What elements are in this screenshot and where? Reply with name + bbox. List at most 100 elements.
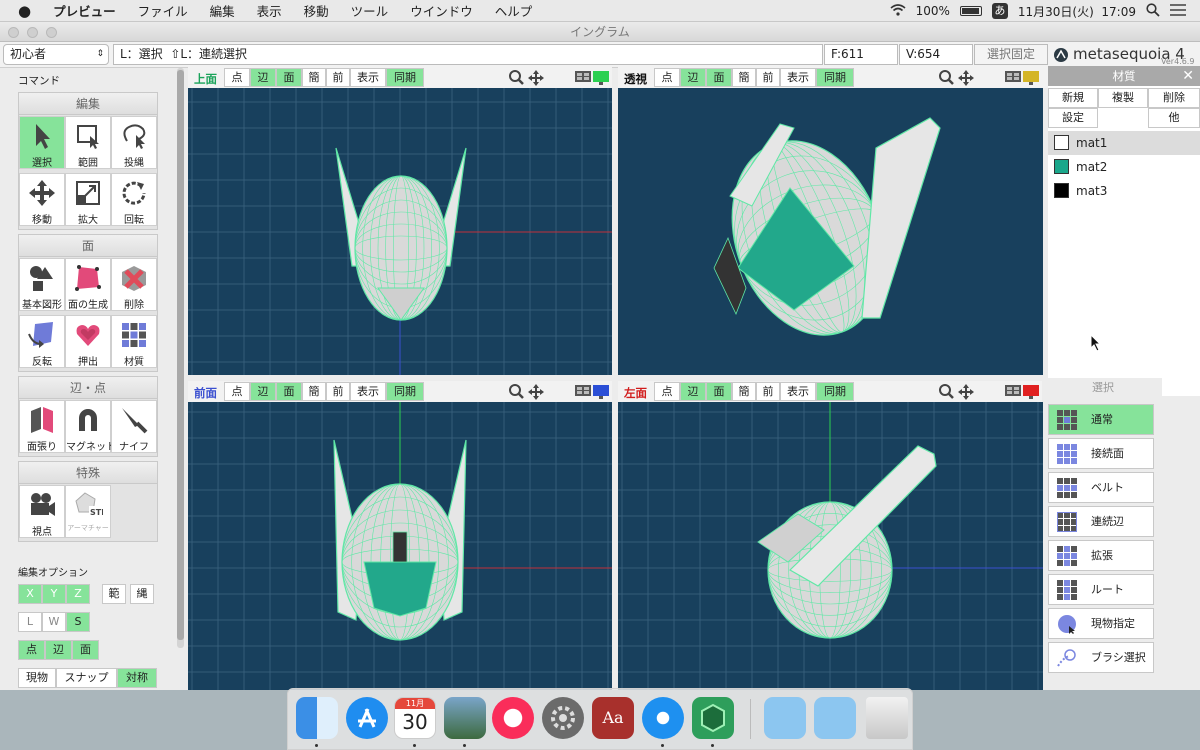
- close-icon[interactable]: ✕: [1182, 66, 1194, 86]
- app-store-icon[interactable]: [346, 697, 388, 739]
- left-display-mode-icon[interactable]: [1004, 384, 1042, 400]
- front-display-button[interactable]: 表示: [350, 382, 386, 401]
- snap-toggle[interactable]: スナップ: [56, 668, 117, 688]
- mode-select[interactable]: 初心者 ⇕: [3, 44, 109, 65]
- metasequoia-dock-icon[interactable]: [692, 697, 734, 739]
- material-other-button[interactable]: 他: [1148, 108, 1200, 128]
- left-simple-button[interactable]: 簡: [732, 382, 756, 401]
- input-method[interactable]: あ: [991, 3, 1008, 19]
- clock[interactable]: 11月30日(火) 17:09: [1018, 3, 1136, 20]
- target-point-toggle[interactable]: 点: [18, 640, 45, 660]
- select-mode-grow-button[interactable]: 拡張: [1048, 540, 1154, 571]
- left-edge-button[interactable]: 辺: [680, 382, 706, 401]
- left-front-button[interactable]: 前: [756, 382, 780, 401]
- delete-button[interactable]: 削除: [111, 258, 157, 311]
- perspective-point-button[interactable]: 点: [654, 68, 680, 87]
- left-zoom-move-icon[interactable]: [938, 383, 978, 401]
- world-toggle[interactable]: W: [42, 612, 66, 632]
- menu-tools[interactable]: ツール: [340, 1, 400, 20]
- front-face-button[interactable]: 面: [276, 382, 302, 401]
- minimize-window-button[interactable]: [27, 27, 38, 38]
- rotate-tool-button[interactable]: 回転: [111, 173, 157, 226]
- front-edge-button[interactable]: 辺: [250, 382, 276, 401]
- material-row-mat3[interactable]: mat3: [1048, 179, 1200, 203]
- apple-menu-icon[interactable]: ●: [0, 2, 42, 20]
- target-edge-toggle[interactable]: 辺: [45, 640, 72, 660]
- left-viewport[interactable]: [618, 402, 1043, 690]
- perspective-face-button[interactable]: 面: [706, 68, 732, 87]
- menu-window[interactable]: ウインドウ: [399, 1, 484, 20]
- applications-folder-icon[interactable]: [764, 697, 806, 739]
- menu-file[interactable]: ファイル: [127, 1, 199, 20]
- lasso-tool-button[interactable]: 投縄: [111, 116, 157, 169]
- front-front-button[interactable]: 前: [326, 382, 350, 401]
- select-mode-normal-button[interactable]: 通常: [1048, 404, 1154, 435]
- material-row-mat1[interactable]: mat1: [1048, 131, 1200, 155]
- select-mode-connected-button[interactable]: 接続面: [1048, 438, 1154, 469]
- select-mode-belt-button[interactable]: ベルト: [1048, 472, 1154, 503]
- select-mode-loop-button[interactable]: 連続辺: [1048, 506, 1154, 537]
- scrollbar-thumb[interactable]: [177, 70, 184, 640]
- top-edge-button[interactable]: 辺: [250, 68, 276, 87]
- notification-center-icon[interactable]: [1170, 3, 1186, 19]
- axis-x-toggle[interactable]: X: [18, 584, 42, 604]
- front-simple-button[interactable]: 簡: [302, 382, 326, 401]
- material-delete-button[interactable]: 削除: [1148, 88, 1200, 108]
- scale-tool-button[interactable]: 拡大: [65, 173, 111, 226]
- trash-icon[interactable]: [866, 697, 908, 739]
- system-preferences-icon[interactable]: [542, 697, 584, 739]
- range-tool-button[interactable]: 範囲: [65, 116, 111, 169]
- top-front-button[interactable]: 前: [326, 68, 350, 87]
- front-sync-button[interactable]: 同期: [386, 382, 424, 401]
- battery-icon[interactable]: [959, 6, 982, 16]
- menu-go[interactable]: 移動: [293, 1, 340, 20]
- top-display-button[interactable]: 表示: [350, 68, 386, 87]
- screen-toggle[interactable]: S: [66, 612, 90, 632]
- extrude-button[interactable]: 押出: [65, 315, 111, 368]
- select-mode-route-button[interactable]: ルート: [1048, 574, 1154, 605]
- left-display-button[interactable]: 表示: [780, 382, 816, 401]
- top-viewport[interactable]: [188, 88, 612, 375]
- top-simple-button[interactable]: 簡: [302, 68, 326, 87]
- top-zoom-move-icon[interactable]: [508, 69, 548, 87]
- magnet-button[interactable]: マグネット: [65, 400, 116, 453]
- perspective-display-mode-icon[interactable]: [1004, 70, 1042, 86]
- left-point-button[interactable]: 点: [654, 382, 680, 401]
- left-face-button[interactable]: 面: [706, 382, 732, 401]
- create-face-button[interactable]: 面の生成: [65, 258, 111, 311]
- dictionary-icon[interactable]: Aa: [592, 697, 634, 739]
- front-viewport[interactable]: [188, 402, 612, 690]
- selection-lock-button[interactable]: 選択固定: [974, 44, 1048, 65]
- axis-z-toggle[interactable]: Z: [66, 584, 90, 604]
- local-toggle[interactable]: L: [18, 612, 42, 632]
- perspective-viewport[interactable]: [618, 88, 1043, 375]
- front-point-button[interactable]: 点: [224, 382, 250, 401]
- front-display-mode-icon[interactable]: [574, 384, 612, 400]
- axis-y-toggle[interactable]: Y: [42, 584, 66, 604]
- viewpoint-button[interactable]: 視点: [19, 485, 65, 538]
- move-tool-button[interactable]: 移動: [19, 173, 65, 226]
- material-settings-button[interactable]: 設定: [1048, 108, 1098, 128]
- material-new-button[interactable]: 新規: [1048, 88, 1098, 108]
- battery-percent[interactable]: 100%: [916, 4, 950, 18]
- perspective-sync-button[interactable]: 同期: [816, 68, 854, 87]
- preview-icon[interactable]: [444, 697, 486, 739]
- lasso-option-button[interactable]: 縄: [130, 584, 154, 604]
- zoom-window-button[interactable]: [46, 27, 57, 38]
- perspective-edge-button[interactable]: 辺: [680, 68, 706, 87]
- menu-view[interactable]: 表示: [246, 1, 293, 20]
- bridge-face-button[interactable]: 面張り: [19, 400, 65, 453]
- perspective-front-button[interactable]: 前: [756, 68, 780, 87]
- top-display-mode-icon[interactable]: [574, 70, 612, 86]
- safari-icon[interactable]: [642, 697, 684, 739]
- armature-button[interactable]: STD アーマチャー: [65, 485, 111, 538]
- top-sync-button[interactable]: 同期: [386, 68, 424, 87]
- scrollbar-track[interactable]: [177, 68, 184, 648]
- material-row-mat2[interactable]: mat2: [1048, 155, 1200, 179]
- material-button[interactable]: 材質: [111, 315, 157, 368]
- primitive-button[interactable]: 基本図形: [19, 258, 65, 311]
- calendar-icon[interactable]: 11月 30: [394, 697, 436, 739]
- symmetry-toggle[interactable]: 対称: [117, 668, 157, 688]
- menu-help[interactable]: ヘルプ: [484, 1, 544, 20]
- music-icon[interactable]: [492, 697, 534, 739]
